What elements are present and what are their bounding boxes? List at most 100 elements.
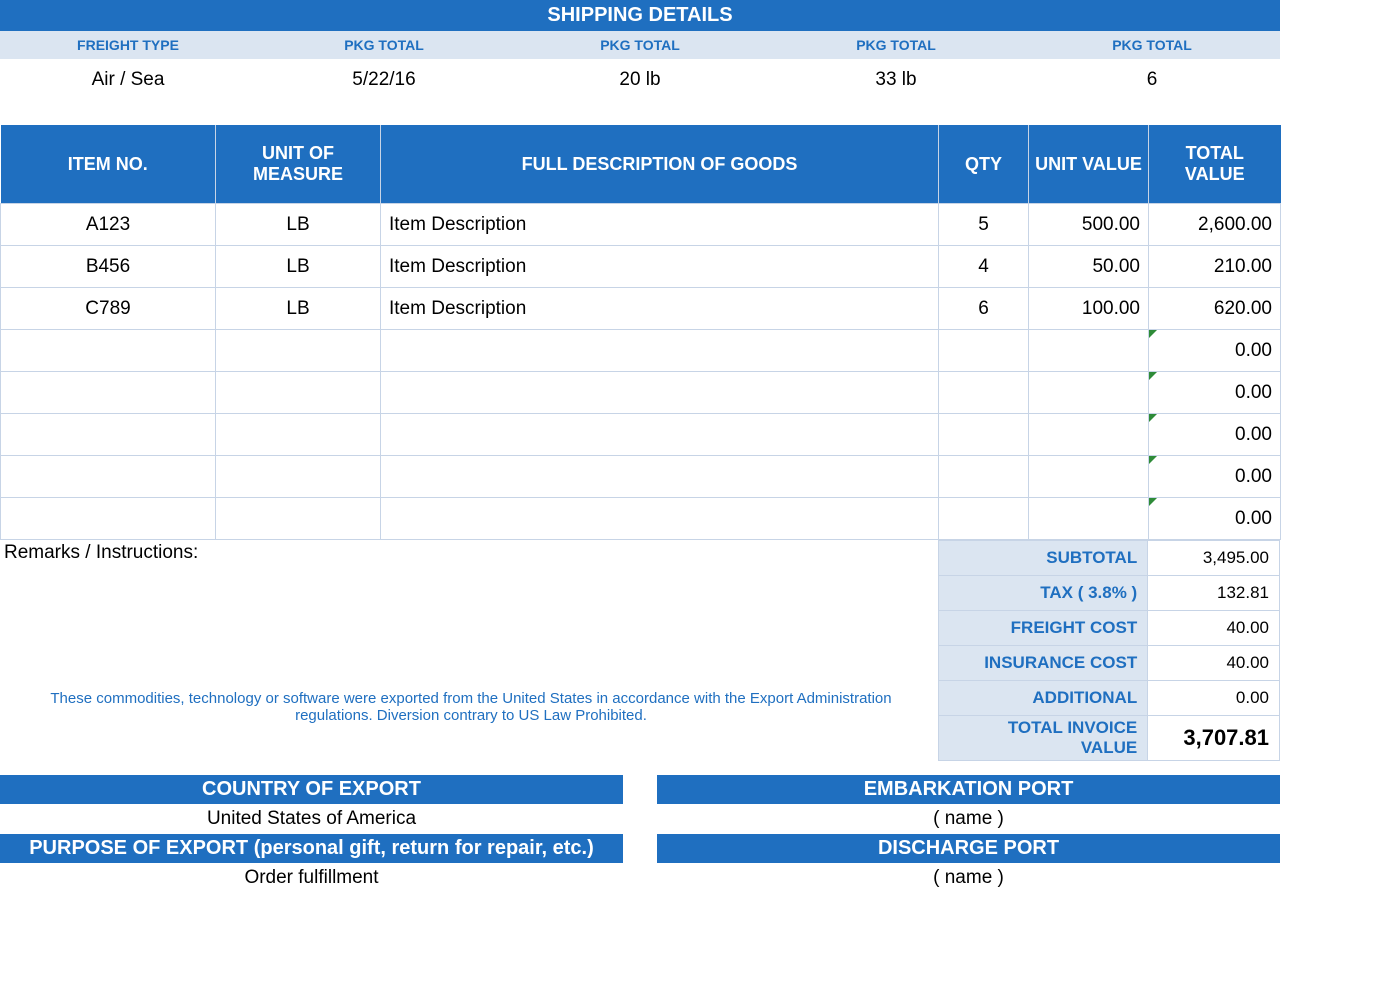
cell: 0.00 bbox=[1149, 456, 1281, 498]
cell: 0.00 bbox=[1149, 330, 1281, 372]
discharge-label: DISCHARGE PORT bbox=[657, 834, 1280, 863]
insurance-value: 40.00 bbox=[1148, 646, 1280, 681]
cell bbox=[216, 456, 381, 498]
hd-uval: UNIT VALUE bbox=[1029, 125, 1149, 204]
cell: 0.00 bbox=[1149, 414, 1281, 456]
subtotal-value: 3,495.00 bbox=[1148, 541, 1280, 576]
items-table: ITEM NO. UNIT OF MEASURE FULL DESCRIPTIO… bbox=[0, 125, 1281, 540]
cell: C789 bbox=[1, 288, 216, 330]
cell: 100.00 bbox=[1029, 288, 1149, 330]
table-row: 0.00 bbox=[1, 456, 1281, 498]
cell bbox=[381, 372, 939, 414]
ship-val-1: 5/22/16 bbox=[256, 59, 512, 101]
cell bbox=[1, 372, 216, 414]
cell: 50.00 bbox=[1029, 246, 1149, 288]
purpose-label: PURPOSE OF EXPORT (personal gift, return… bbox=[0, 834, 623, 863]
totals-table: SUBTOTAL3,495.00 TAX ( 3.8% )132.81 FREI… bbox=[938, 540, 1280, 761]
shipping-values: Air / Sea 5/22/16 20 lb 33 lb 6 bbox=[0, 59, 1280, 101]
cell bbox=[1029, 498, 1149, 540]
country-value: United States of America bbox=[0, 804, 623, 834]
cell bbox=[216, 498, 381, 540]
table-row: 0.00 bbox=[1, 414, 1281, 456]
remarks-block: Remarks / Instructions: These commoditie… bbox=[0, 540, 938, 761]
ship-val-3: 33 lb bbox=[768, 59, 1024, 101]
cell: Item Description bbox=[381, 204, 939, 246]
embark-value: ( name ) bbox=[657, 804, 1280, 834]
cell: 0.00 bbox=[1149, 498, 1281, 540]
hd-item: ITEM NO. bbox=[1, 125, 216, 204]
freight-label: FREIGHT COST bbox=[939, 611, 1148, 646]
table-row: 0.00 bbox=[1, 330, 1281, 372]
ship-hd-0: FREIGHT TYPE bbox=[0, 31, 256, 59]
ship-val-4: 6 bbox=[1024, 59, 1280, 101]
hd-qty: QTY bbox=[939, 125, 1029, 204]
embark-label: EMBARKATION PORT bbox=[657, 775, 1280, 804]
cell bbox=[381, 498, 939, 540]
cell: 500.00 bbox=[1029, 204, 1149, 246]
ship-val-0: Air / Sea bbox=[0, 59, 256, 101]
export-note: These commodities, technology or softwar… bbox=[4, 684, 938, 724]
cell: B456 bbox=[1, 246, 216, 288]
cell bbox=[216, 372, 381, 414]
cell: 4 bbox=[939, 246, 1029, 288]
table-row: A123LBItem Description5500.002,600.00 bbox=[1, 204, 1281, 246]
cell bbox=[939, 330, 1029, 372]
cell bbox=[1029, 414, 1149, 456]
cell bbox=[381, 414, 939, 456]
ship-hd-4: PKG TOTAL bbox=[1024, 31, 1280, 59]
additional-label: ADDITIONAL bbox=[939, 681, 1148, 716]
cell bbox=[939, 456, 1029, 498]
cell bbox=[939, 372, 1029, 414]
purpose-value: Order fulfillment bbox=[0, 863, 623, 893]
remarks-label: Remarks / Instructions: bbox=[4, 542, 938, 564]
ship-hd-2: PKG TOTAL bbox=[512, 31, 768, 59]
cell: LB bbox=[216, 246, 381, 288]
cell: Item Description bbox=[381, 288, 939, 330]
hd-desc: FULL DESCRIPTION OF GOODS bbox=[381, 125, 939, 204]
cell bbox=[939, 414, 1029, 456]
additional-value: 0.00 bbox=[1148, 681, 1280, 716]
tax-value: 132.81 bbox=[1148, 576, 1280, 611]
cell bbox=[939, 498, 1029, 540]
cell: LB bbox=[216, 288, 381, 330]
cell bbox=[1029, 456, 1149, 498]
cell bbox=[216, 330, 381, 372]
cell: LB bbox=[216, 204, 381, 246]
cell bbox=[381, 456, 939, 498]
cell bbox=[381, 330, 939, 372]
cell bbox=[1, 414, 216, 456]
cell: 210.00 bbox=[1149, 246, 1281, 288]
table-row: 0.00 bbox=[1, 498, 1281, 540]
table-row: C789LBItem Description6100.00620.00 bbox=[1, 288, 1281, 330]
grand-value: 3,707.81 bbox=[1148, 716, 1280, 761]
shipping-title: SHIPPING DETAILS bbox=[0, 0, 1280, 31]
cell bbox=[216, 414, 381, 456]
table-row: 0.00 bbox=[1, 372, 1281, 414]
discharge-value: ( name ) bbox=[657, 863, 1280, 893]
cell: Item Description bbox=[381, 246, 939, 288]
insurance-label: INSURANCE COST bbox=[939, 646, 1148, 681]
cell: 5 bbox=[939, 204, 1029, 246]
cell: 620.00 bbox=[1149, 288, 1281, 330]
cell bbox=[1, 456, 216, 498]
cell bbox=[1, 330, 216, 372]
shipping-headers: FREIGHT TYPE PKG TOTAL PKG TOTAL PKG TOT… bbox=[0, 31, 1280, 59]
grand-label: TOTAL INVOICE VALUE bbox=[939, 716, 1148, 761]
cell bbox=[1029, 330, 1149, 372]
table-row: B456LBItem Description450.00210.00 bbox=[1, 246, 1281, 288]
ship-hd-1: PKG TOTAL bbox=[256, 31, 512, 59]
hd-uom: UNIT OF MEASURE bbox=[216, 125, 381, 204]
cell: 0.00 bbox=[1149, 372, 1281, 414]
hd-tval: TOTAL VALUE bbox=[1149, 125, 1281, 204]
tax-label: TAX ( 3.8% ) bbox=[939, 576, 1148, 611]
freight-value: 40.00 bbox=[1148, 611, 1280, 646]
cell: A123 bbox=[1, 204, 216, 246]
ship-val-2: 20 lb bbox=[512, 59, 768, 101]
cell: 2,600.00 bbox=[1149, 204, 1281, 246]
subtotal-label: SUBTOTAL bbox=[939, 541, 1148, 576]
ship-hd-3: PKG TOTAL bbox=[768, 31, 1024, 59]
cell bbox=[1, 498, 216, 540]
cell bbox=[1029, 372, 1149, 414]
cell: 6 bbox=[939, 288, 1029, 330]
country-label: COUNTRY OF EXPORT bbox=[0, 775, 623, 804]
